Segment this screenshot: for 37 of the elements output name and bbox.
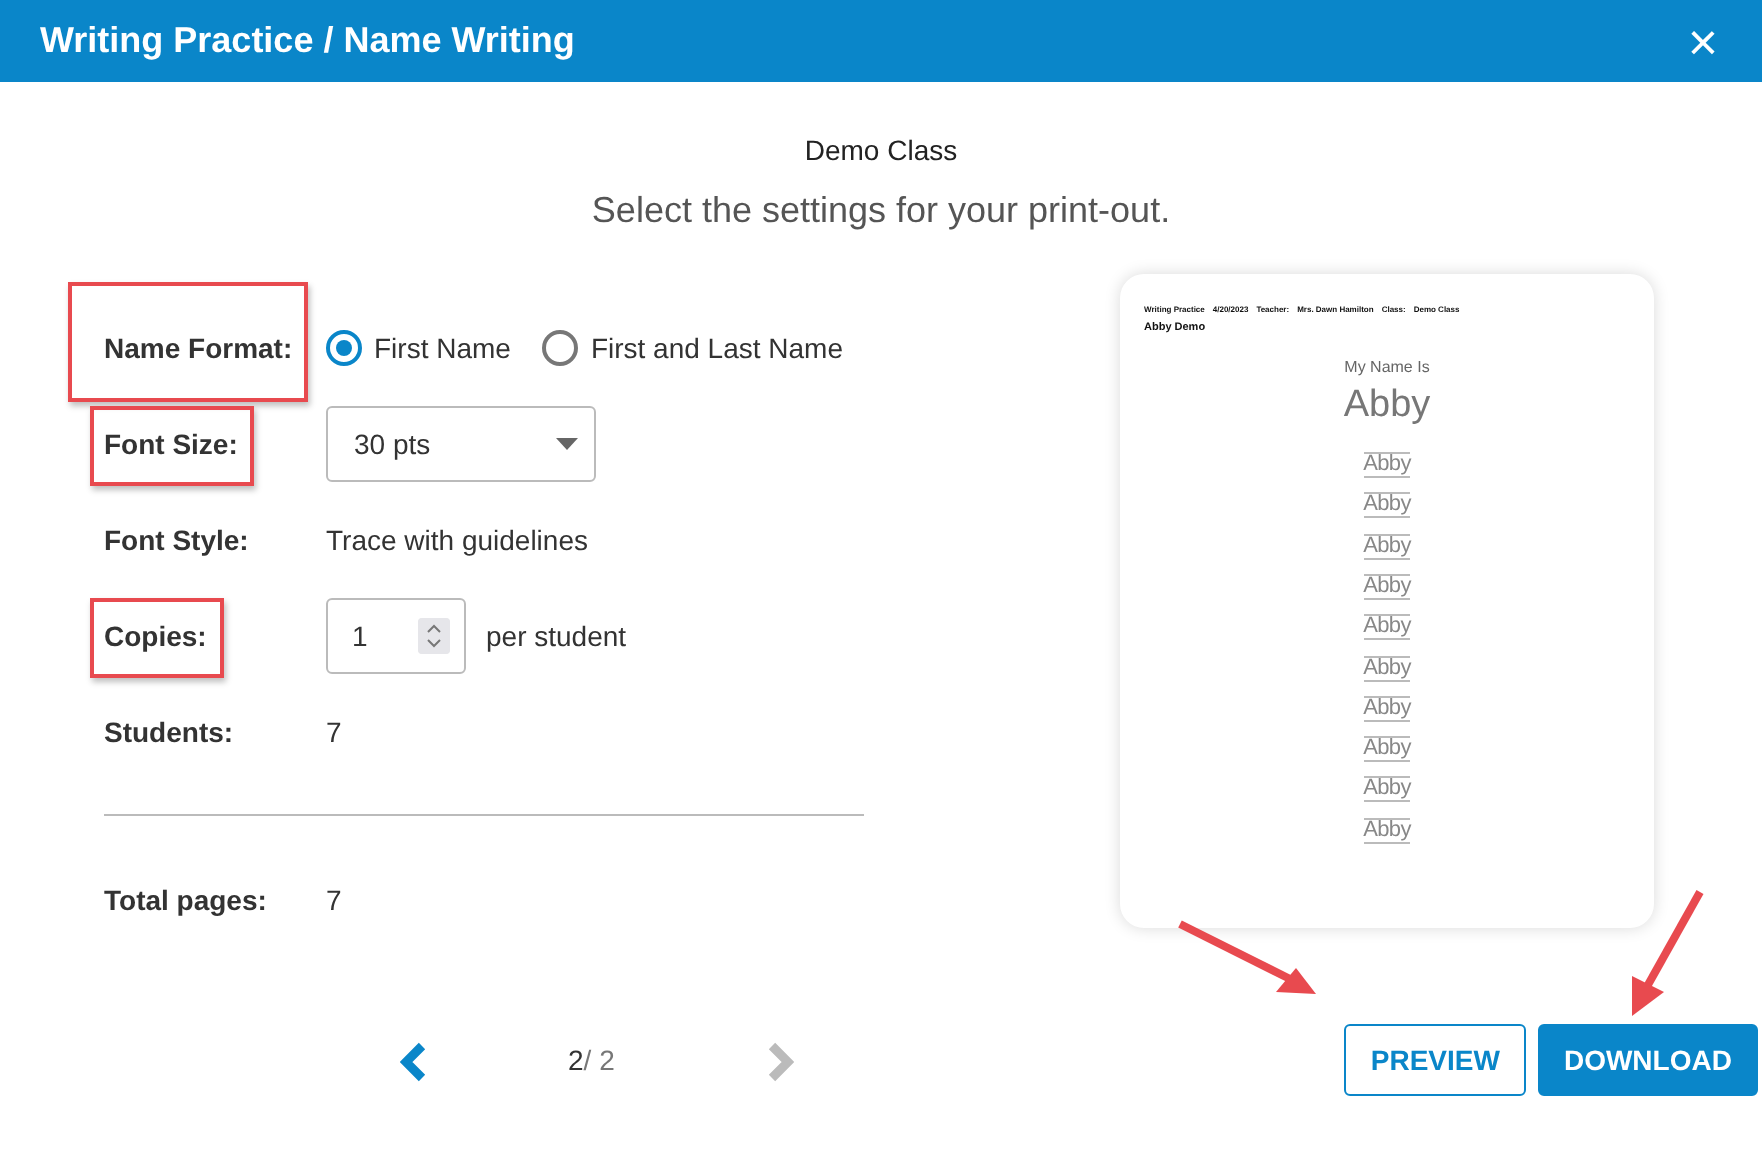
radio-label[interactable]: First and Last Name	[590, 327, 844, 369]
field-value: 7	[326, 713, 342, 751]
trace-name: Abby	[1363, 533, 1411, 560]
trace-name: Abby	[1363, 817, 1411, 844]
field-label: Students:	[104, 715, 234, 747]
suffix-text: per student	[486, 617, 627, 656]
field-label: Name Format:	[104, 331, 293, 363]
window-title: Writing Practice / Name Writing	[40, 19, 575, 63]
trace-name: Abby	[1363, 695, 1411, 722]
caret-icon	[556, 438, 578, 450]
field-value: Trace with guidelines	[326, 521, 588, 560]
radio-button[interactable]	[542, 330, 579, 366]
previous-page-button[interactable]	[400, 1038, 428, 1082]
class-name: Demo Class	[802, 132, 960, 170]
trace-name: Abby	[1363, 452, 1411, 479]
field-label: Total pages:	[104, 883, 267, 915]
field-label: Font Style:	[104, 523, 249, 555]
page-indicator: 2/ 2	[568, 1041, 615, 1079]
field-label: Font Size:	[104, 427, 238, 459]
trace-name: Abby	[1363, 492, 1411, 519]
trace-name: Abby	[1363, 573, 1411, 600]
download-button[interactable]: DOWNLOAD	[1537, 1024, 1758, 1096]
instruction-text: Select the settings for your print-out.	[589, 188, 1173, 234]
close-button[interactable]: ×	[1687, 15, 1718, 67]
preview-name: Abby	[1341, 384, 1433, 431]
trace-name: Abby	[1363, 614, 1411, 641]
preview-heading: My Name Is	[1342, 356, 1432, 381]
radio-button[interactable]	[326, 330, 362, 366]
field-value: 7	[326, 881, 342, 919]
font-size-select[interactable]: 30 pts	[326, 406, 596, 482]
trace-name: Abby	[1363, 736, 1411, 763]
trace-name: Abby	[1363, 776, 1411, 803]
radio-label[interactable]: First Name	[374, 327, 511, 369]
trace-name: Abby	[1363, 655, 1411, 682]
copies-field[interactable]: 1	[326, 598, 466, 674]
preview-button[interactable]: PREVIEW	[1344, 1024, 1526, 1096]
field-label: Copies:	[104, 619, 207, 651]
